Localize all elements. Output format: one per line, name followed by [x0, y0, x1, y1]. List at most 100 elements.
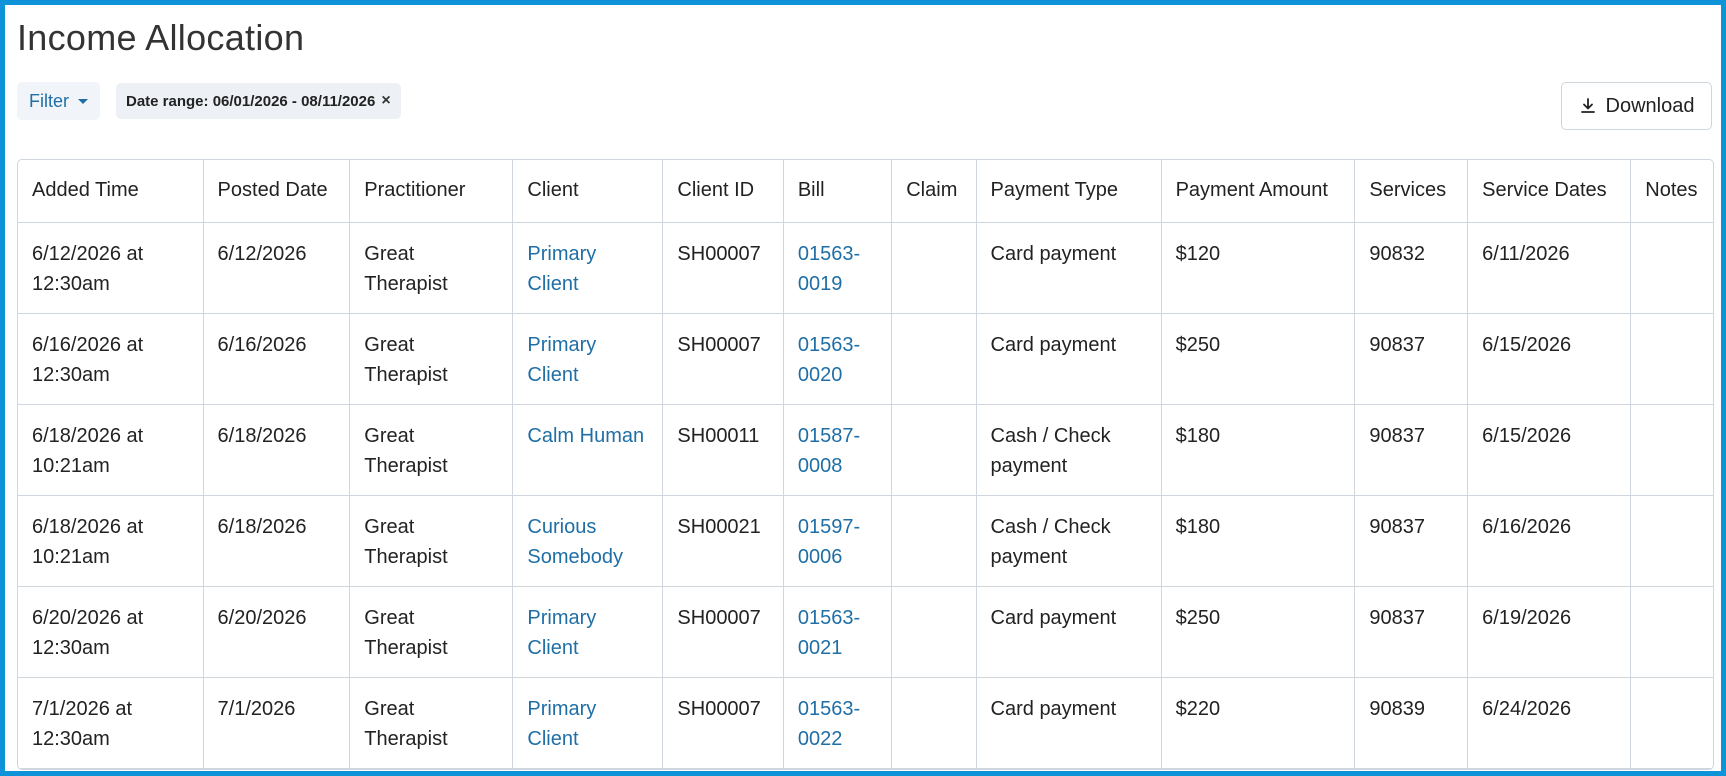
cell-practitioner: Great Therapist [349, 313, 514, 405]
date-range-chip: Date range: 06/01/2026 - 08/11/2026 × [116, 83, 401, 119]
cell-service-dates: 6/24/2026 [1467, 677, 1632, 769]
cell-service-dates: 6/19/2026 [1467, 586, 1632, 678]
cell-notes [1630, 495, 1713, 587]
bill-link[interactable]: 01587-0008 [783, 404, 893, 496]
cell-claim [891, 404, 977, 496]
header-claim[interactable]: Claim [891, 160, 977, 223]
cell-posted-date: 6/16/2026 [203, 313, 351, 405]
caret-down-icon [78, 98, 88, 104]
header-services[interactable]: Services [1354, 160, 1469, 223]
cell-service-dates: 6/11/2026 [1467, 222, 1632, 314]
cell-practitioner: Great Therapist [349, 495, 514, 587]
cell-client-id: SH00011 [662, 404, 784, 496]
cell-practitioner: Great Therapist [349, 222, 514, 314]
header-notes[interactable]: Notes [1630, 160, 1713, 223]
cell-payment-type: Cash / Check payment [976, 495, 1162, 587]
cell-practitioner: Great Therapist [349, 404, 514, 496]
cell-client-id: SH00007 [662, 222, 784, 314]
table-row: 6/16/2026 at 12:30am 6/16/2026 Great The… [18, 313, 1713, 405]
cell-claim [891, 677, 977, 769]
bill-link[interactable]: 01563-0021 [783, 586, 893, 678]
header-practitioner[interactable]: Practitioner [349, 160, 514, 223]
cell-payment-type: Card payment [976, 313, 1162, 405]
bill-link[interactable]: 01597-0006 [783, 495, 893, 587]
cell-added-time: 6/20/2026 at 12:30am [18, 586, 204, 678]
header-client-id[interactable]: Client ID [662, 160, 784, 223]
filter-dropdown-button[interactable]: Filter [17, 82, 100, 120]
download-icon [1580, 98, 1595, 113]
income-allocation-table: Added Time Posted Date Practitioner Clie… [17, 159, 1714, 770]
filter-label: Filter [29, 90, 69, 111]
client-link[interactable]: Primary Client [512, 677, 664, 769]
cell-notes [1630, 313, 1713, 405]
date-range-chip-label: Date range: 06/01/2026 - 08/11/2026 [126, 92, 376, 110]
cell-payment-amount: $250 [1161, 586, 1356, 678]
cell-added-time: 7/1/2026 at 12:30am [18, 677, 204, 769]
bill-link[interactable]: 01563-0020 [783, 313, 893, 405]
header-service-dates[interactable]: Service Dates [1467, 160, 1632, 223]
table-row: 6/18/2026 at 10:21am 6/18/2026 Great The… [18, 495, 1713, 587]
cell-client-id: SH00007 [662, 677, 784, 769]
cell-practitioner: Great Therapist [349, 586, 514, 678]
bill-link[interactable]: 01563-0019 [783, 222, 893, 314]
client-link[interactable]: Primary Client [512, 222, 664, 314]
cell-added-time: 6/18/2026 at 10:21am [18, 404, 204, 496]
cell-added-time: 6/18/2026 at 10:21am [18, 495, 204, 587]
header-payment-type[interactable]: Payment Type [976, 160, 1162, 223]
cell-payment-amount: $180 [1161, 404, 1356, 496]
cell-payment-amount: $250 [1161, 313, 1356, 405]
cell-client-id: SH00007 [662, 313, 784, 405]
cell-client-id: SH00007 [662, 586, 784, 678]
cell-notes [1630, 586, 1713, 678]
client-link[interactable]: Primary Client [512, 313, 664, 405]
cell-posted-date: 6/20/2026 [203, 586, 351, 678]
cell-claim [891, 495, 977, 587]
table-header-row: Added Time Posted Date Practitioner Clie… [18, 160, 1713, 223]
cell-added-time: 6/12/2026 at 12:30am [18, 222, 204, 314]
client-link[interactable]: Calm Human [512, 404, 664, 496]
table-row: 6/18/2026 at 10:21am 6/18/2026 Great The… [18, 404, 1713, 496]
cell-payment-type: Cash / Check payment [976, 404, 1162, 496]
bill-link[interactable]: 01563-0022 [783, 677, 893, 769]
cell-notes [1630, 404, 1713, 496]
cell-services: 90837 [1354, 313, 1469, 405]
client-link[interactable]: Primary Client [512, 586, 664, 678]
cell-payment-type: Card payment [976, 677, 1162, 769]
close-icon[interactable]: × [381, 92, 390, 110]
cell-added-time: 6/16/2026 at 12:30am [18, 313, 204, 405]
cell-payment-amount: $220 [1161, 677, 1356, 769]
table-row: 6/12/2026 at 12:30am 6/12/2026 Great The… [18, 222, 1713, 314]
header-client[interactable]: Client [512, 160, 664, 223]
download-label: Download [1605, 94, 1695, 117]
filter-toolbar: Filter Date range: 06/01/2026 - 08/11/20… [17, 82, 401, 120]
header-payment-amount[interactable]: Payment Amount [1161, 160, 1356, 223]
cell-services: 90837 [1354, 495, 1469, 587]
app-frame: Income Allocation Filter Date range: 06/… [0, 0, 1726, 776]
cell-notes [1630, 222, 1713, 314]
table-row: 7/1/2026 at 12:30am 7/1/2026 Great Thera… [18, 677, 1713, 769]
cell-payment-amount: $120 [1161, 222, 1356, 314]
client-link[interactable]: Curious Somebody [512, 495, 664, 587]
cell-notes [1630, 677, 1713, 769]
cell-posted-date: 6/18/2026 [203, 404, 351, 496]
cell-posted-date: 7/1/2026 [203, 677, 351, 769]
cell-services: 90832 [1354, 222, 1469, 314]
header-posted-date[interactable]: Posted Date [203, 160, 351, 223]
cell-client-id: SH00021 [662, 495, 784, 587]
cell-posted-date: 6/12/2026 [203, 222, 351, 314]
cell-services: 90839 [1354, 677, 1469, 769]
cell-payment-amount: $180 [1161, 495, 1356, 587]
page-title: Income Allocation [17, 17, 305, 58]
cell-payment-type: Card payment [976, 586, 1162, 678]
cell-claim [891, 313, 977, 405]
cell-service-dates: 6/16/2026 [1467, 495, 1632, 587]
cell-services: 90837 [1354, 404, 1469, 496]
cell-practitioner: Great Therapist [349, 677, 514, 769]
download-button[interactable]: Download [1561, 82, 1712, 130]
header-added-time[interactable]: Added Time [18, 160, 204, 223]
cell-services: 90837 [1354, 586, 1469, 678]
table-row: 6/20/2026 at 12:30am 6/20/2026 Great The… [18, 586, 1713, 678]
cell-posted-date: 6/18/2026 [203, 495, 351, 587]
cell-claim [891, 222, 977, 314]
header-bill[interactable]: Bill [783, 160, 893, 223]
